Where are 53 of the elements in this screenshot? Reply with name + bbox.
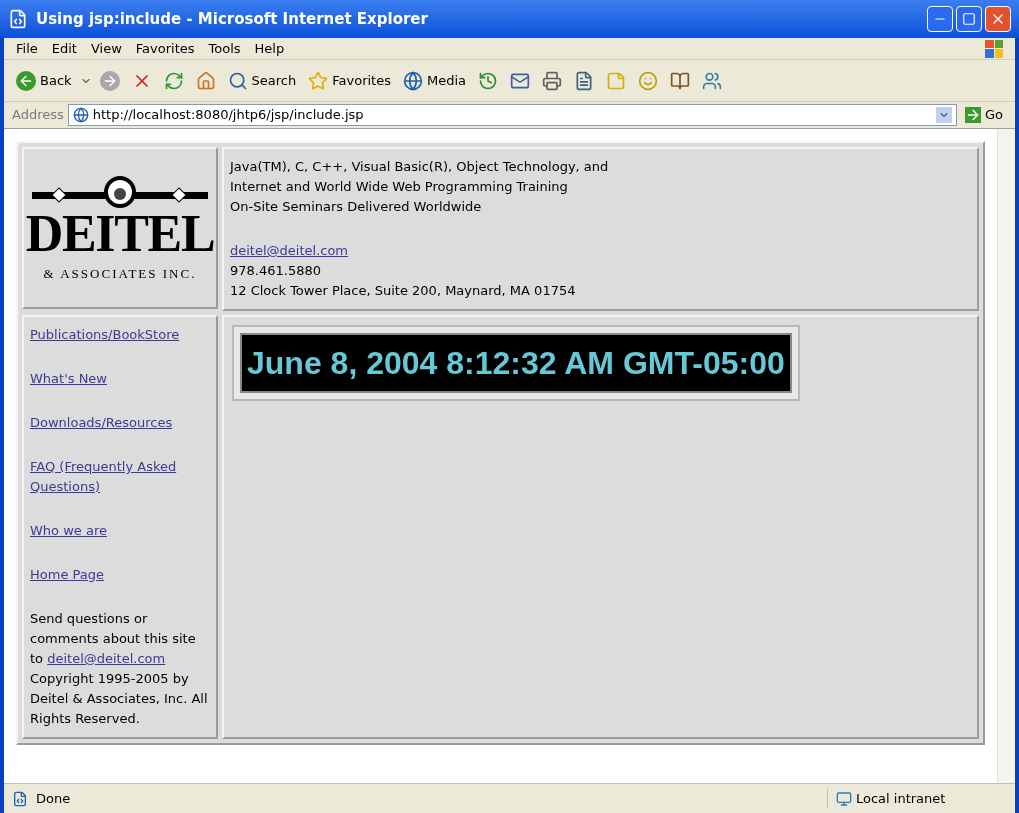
windows-logo-icon [985, 39, 1003, 58]
dropdown-button[interactable] [935, 107, 952, 123]
nav-link[interactable]: FAQ (Frequently Asked Questions) [30, 457, 210, 497]
star-icon [308, 70, 329, 91]
email-link[interactable]: deitel@deitel.com [47, 651, 166, 666]
menu-item[interactable]: Favorites [135, 38, 195, 59]
zone-text: Local intranet [856, 789, 946, 808]
smiley-icon [638, 70, 658, 91]
refresh-icon [163, 70, 184, 91]
printer-icon [542, 70, 562, 91]
maximize-button[interactable] [956, 6, 982, 32]
nav-link[interactable]: Downloads/Resources [30, 413, 210, 433]
maximize-icon [962, 12, 976, 26]
history-icon [478, 70, 498, 91]
menu-item[interactable]: Help [254, 38, 285, 59]
nav-link[interactable]: Publications/BookStore [30, 325, 210, 345]
favorites-button[interactable]: Favorites [304, 64, 395, 97]
address-label: Address [12, 106, 64, 125]
tagline-text: On-Site Seminars Delivered Worldwide [230, 198, 483, 216]
street-address-text: 12 Clock Tower Place, Suite 200, Maynard, MA 01754 [230, 282, 577, 300]
search-icon [227, 70, 248, 91]
nav-link[interactable]: Who we are [30, 521, 210, 541]
window-title: Using jsp:include - Microsoft Internet Explorer [36, 8, 428, 30]
scrollbar[interactable] [997, 129, 1015, 783]
tagline-text: Internet and World Wide Web Programming Training [230, 178, 569, 196]
tagline-text: Java(TM), C, C++, Visual Basic(R), Object Technology, and [230, 158, 610, 176]
email-link[interactable]: deitel@deitel.com [230, 243, 349, 258]
close-button[interactable] [985, 6, 1011, 32]
logo-name: DEITEL [25, 208, 215, 261]
book-icon [670, 70, 690, 91]
nav-link[interactable]: Home Page [30, 565, 210, 585]
menu-item[interactable]: Edit [51, 38, 77, 59]
note-icon [606, 70, 626, 91]
document-icon [574, 70, 594, 91]
menu-item[interactable]: Tools [208, 38, 241, 59]
menu-item[interactable]: File [16, 38, 38, 59]
network-computer-icon [836, 790, 852, 807]
minimize-button[interactable] [927, 6, 953, 32]
contact-paragraph: Send questions or comments about this site to deitel@deitel.com Copyright 1995-2005 by Deitel & Associates, Inc. All Rights Reserved. [30, 610, 209, 728]
phone-text: 978.461.5880 [230, 262, 322, 280]
search-button[interactable]: Search [223, 64, 301, 97]
home-icon [195, 70, 216, 91]
clock-display: June 8, 2004 8:12:32 AM GMT-05:00 [240, 333, 792, 393]
people-icon [702, 70, 722, 91]
back-button[interactable]: Back [12, 64, 76, 97]
menu-item[interactable]: View [90, 38, 122, 59]
globe-icon [402, 70, 423, 91]
address-field[interactable]: http://localhost:8080/jhtp6/jsp/include.jsp [67, 104, 957, 126]
go-button[interactable]: Go [960, 105, 1007, 125]
status-text: Done [36, 789, 71, 808]
nav-link[interactable]: What's New [30, 369, 210, 389]
logo-tagline: & ASSOCIATES INC. [43, 265, 197, 284]
media-button[interactable]: Media [398, 64, 470, 97]
